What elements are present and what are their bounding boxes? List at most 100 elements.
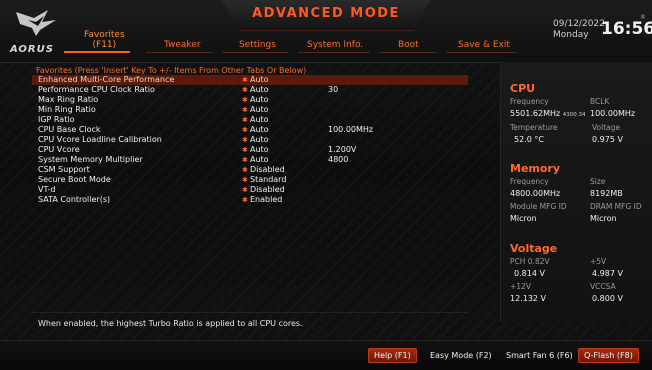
cpu-temperature-label: Temperature: [510, 123, 558, 132]
tab-settings[interactable]: Settings: [239, 40, 276, 50]
setting-label: VT-d: [38, 185, 56, 194]
plus5v-label: +5V: [590, 257, 607, 266]
tab-boot[interactable]: Boot: [398, 40, 419, 50]
memory-size-label: Size: [590, 177, 606, 186]
tab-boot-underline: [380, 52, 436, 53]
favorites-panel: Favorites (Press 'Insert' Key To +/- Ite…: [32, 66, 468, 312]
modified-star-icon: ✱: [242, 106, 248, 114]
dram-mfg-value: Micron: [590, 214, 617, 223]
tab-favorites[interactable]: Favorites (F11): [84, 30, 125, 50]
setting-row-cpu-clock-ratio[interactable]: Performance CPU Clock Ratio ✱ Auto 30: [32, 85, 468, 95]
date-text: 09/12/2022: [553, 19, 605, 29]
setting-label: Secure Boot Mode: [38, 175, 111, 184]
setting-row-max-ring-ratio[interactable]: Max Ring Ratio ✱ Auto: [32, 95, 468, 105]
cpu-section-title: CPU: [510, 82, 536, 95]
tab-system-info-underline: [298, 52, 370, 53]
setting-row-vcore-llc[interactable]: CPU Vcore Loadline Calibration ✱ Auto: [32, 135, 468, 145]
setting-value[interactable]: Standard: [250, 175, 286, 185]
vccsa-value: 0.800 V: [592, 294, 623, 303]
mode-title: ADVANCED MODE: [252, 6, 400, 21]
modified-star-icon: ✱: [242, 116, 248, 124]
modified-star-icon: ✱: [242, 156, 248, 164]
system-info-panel: CPU Frequency BCLK 5501.62MHz 4300.34 10…: [500, 62, 652, 322]
help-button[interactable]: Help (F1): [368, 348, 417, 363]
help-description-bar: When enabled, the highest Turbo Ratio is…: [32, 312, 468, 335]
setting-label: Performance CPU Clock Ratio: [38, 85, 155, 94]
brand-logo-text: AORUS: [10, 44, 54, 55]
cpu-frequency-main: 5501.62MHz: [510, 109, 561, 118]
clock-time: 16:56: [601, 19, 652, 39]
setting-label: CSM Support: [38, 165, 90, 174]
setting-row-sata-controllers[interactable]: SATA Controller(s) ✱ Enabled: [32, 195, 468, 205]
setting-value[interactable]: Auto: [250, 145, 269, 155]
tab-favorites-underline: [64, 51, 130, 53]
memory-section-title: Memory: [510, 162, 561, 175]
easy-mode-button[interactable]: Easy Mode (F2): [424, 348, 498, 363]
modified-star-icon: ✱: [242, 126, 248, 134]
tab-save-exit[interactable]: Save & Exit: [458, 40, 510, 50]
setting-row-cpu-base-clock[interactable]: CPU Base Clock ✱ Auto 100.00MHz: [32, 125, 468, 135]
setting-value[interactable]: Enabled: [250, 195, 282, 205]
memory-size-value: 8192MB: [590, 189, 623, 198]
setting-value[interactable]: Auto: [250, 155, 269, 165]
setting-row-cpu-vcore[interactable]: CPU Vcore ✱ Auto 1.200V: [32, 145, 468, 155]
cpu-bclk-label: BCLK: [590, 97, 610, 106]
setting-current: 4800: [328, 155, 349, 164]
setting-current: 100.00MHz: [328, 125, 374, 134]
smart-fan-button[interactable]: Smart Fan 6 (F6): [500, 348, 579, 363]
modified-star-icon: ✱: [242, 176, 248, 184]
modified-star-icon: ✱: [242, 86, 248, 94]
pch-voltage-value: 0.814 V: [514, 269, 545, 278]
setting-row-enhanced-multi-core[interactable]: Enhanced Multi-Core Performance ✱ Auto: [32, 75, 468, 85]
cpu-voltage-label: Voltage: [592, 123, 621, 132]
setting-label: CPU Vcore Loadline Calibration: [38, 135, 162, 144]
modified-star-icon: ✱: [242, 196, 248, 204]
setting-row-memory-multiplier[interactable]: System Memory Multiplier ✱ Auto 4800: [32, 155, 468, 165]
setting-current: 1.200V: [328, 145, 357, 154]
setting-label: CPU Vcore: [38, 145, 80, 154]
setting-row-secure-boot-mode[interactable]: Secure Boot Mode ✱ Standard: [32, 175, 468, 185]
plus12v-value: 12.132 V: [510, 294, 547, 303]
setting-label: IGP Ratio: [38, 115, 75, 124]
q-flash-button[interactable]: Q-Flash (F8): [578, 348, 639, 363]
pch-voltage-label: PCH 0.82V: [510, 257, 550, 266]
tab-favorites-key: (F11): [92, 40, 117, 50]
setting-value[interactable]: Disabled: [250, 165, 285, 175]
plus12v-label: +12V: [510, 282, 531, 291]
tab-system-info[interactable]: System Info.: [307, 40, 363, 50]
setting-current: 30: [328, 85, 339, 94]
modified-star-icon: ✱: [242, 186, 248, 194]
vccsa-label: VCCSA: [590, 282, 616, 291]
setting-label: CPU Base Clock: [38, 125, 101, 134]
tab-save-exit-underline: [446, 52, 516, 53]
cpu-temperature-value: 52.0 °C: [514, 135, 544, 144]
setting-row-vt-d[interactable]: VT-d ✱ Disabled: [32, 185, 468, 195]
setting-value[interactable]: Disabled: [250, 185, 285, 195]
tab-settings-underline: [222, 52, 288, 53]
module-mfg-value: Micron: [510, 214, 537, 223]
modified-star-icon: ✱: [242, 96, 248, 104]
setting-value[interactable]: Auto: [250, 115, 269, 125]
memory-frequency-value: 4800.00MHz: [510, 189, 561, 198]
setting-label: Max Ring Ratio: [38, 95, 99, 104]
setting-value[interactable]: Auto: [250, 75, 269, 85]
setting-label: Min Ring Ratio: [38, 105, 96, 114]
cpu-frequency-label: Frequency: [510, 97, 549, 106]
setting-row-igp-ratio[interactable]: IGP Ratio ✱ Auto: [32, 115, 468, 125]
setting-value[interactable]: Auto: [250, 85, 269, 95]
setting-value[interactable]: Auto: [250, 135, 269, 145]
registered-mark: ®: [640, 14, 646, 21]
module-mfg-label: Module MFG ID: [510, 202, 567, 211]
tab-tweaker[interactable]: Tweaker: [164, 40, 201, 50]
modified-star-icon: ✱: [242, 166, 248, 174]
tab-bar: Favorites (F11) Tweaker Settings System …: [62, 30, 582, 53]
setting-row-min-ring-ratio[interactable]: Min Ring Ratio ✱ Auto: [32, 105, 468, 115]
tab-tweaker-underline: [146, 52, 212, 53]
setting-label: SATA Controller(s): [38, 195, 111, 204]
setting-value[interactable]: Auto: [250, 125, 269, 135]
setting-row-csm-support[interactable]: CSM Support ✱ Disabled: [32, 165, 468, 175]
setting-value[interactable]: Auto: [250, 95, 269, 105]
cpu-frequency-sub: 4300.34: [562, 112, 586, 118]
modified-star-icon: ✱: [242, 136, 248, 144]
setting-value[interactable]: Auto: [250, 105, 269, 115]
